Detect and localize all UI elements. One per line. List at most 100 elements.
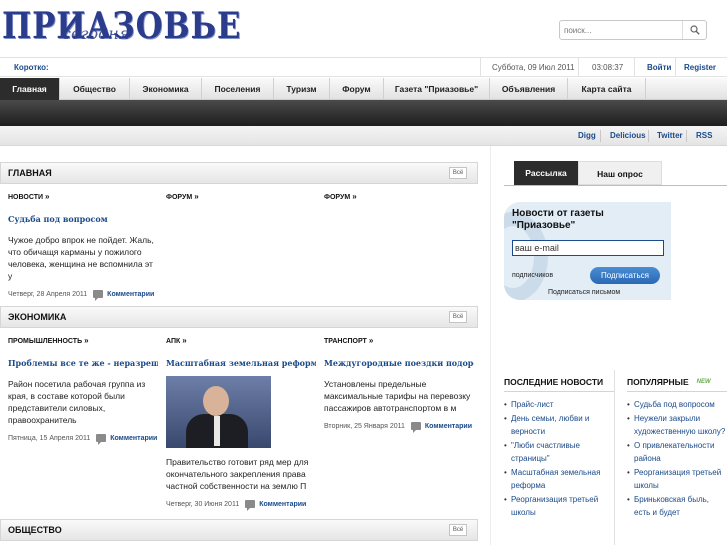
list-item[interactable]: "Люби счастливые страницы" [504, 439, 614, 465]
nav-item-home[interactable]: Главная [0, 78, 60, 100]
list-item[interactable]: Неужели закрыли художественную школу? [627, 412, 727, 438]
article-headline[interactable]: Междугородные поездки подорожали [324, 358, 474, 370]
article-excerpt: Чужое добро впрок не пойдет. Жаль, что о… [8, 235, 154, 281]
category-label: ФОРУМ [324, 194, 351, 201]
category-link[interactable]: ФОРУМ» [166, 192, 316, 204]
all-button[interactable]: Всё [449, 311, 467, 323]
logo-subtitle: сегодня [62, 24, 130, 43]
category-label: АПК [166, 338, 181, 345]
social-bar: Digg Delicious Twitter RSS [0, 126, 727, 146]
nav-item-forum[interactable]: Форум [330, 78, 384, 100]
forum-column: ФОРУМ» [324, 192, 474, 204]
category-link[interactable]: ТРАНСПОРТ» [324, 336, 474, 348]
nav-item-newspaper[interactable]: Газета "Приазовье" [384, 78, 490, 100]
article-headline[interactable]: Масштабная земельная реформа [166, 358, 316, 370]
tab-poll[interactable]: Наш опрос [578, 161, 662, 185]
popular-title-row: ПОПУЛЯРНЫЕ NEW [627, 377, 727, 392]
column-divider [614, 370, 615, 545]
nav-item-tourism[interactable]: Туризм [274, 78, 330, 100]
list-item[interactable]: День семьи, любви и верности [504, 412, 614, 438]
comment-icon [96, 434, 107, 445]
list-item[interactable]: Судьба под вопросом [627, 398, 727, 411]
photo-figure-shirt [214, 416, 220, 446]
comments-link[interactable]: Комментарии [107, 291, 154, 298]
article-date: Четверг, 30 Июня 2011 [166, 500, 240, 508]
divider [600, 130, 601, 142]
main-nav: Главная Общество Экономика Поселения Тур… [0, 78, 727, 100]
article-excerpt: Район посетила рабочая группа из края, в… [8, 379, 146, 425]
current-date: Суббота, 09 Июл 2011 [492, 63, 575, 72]
all-button[interactable]: Всё [449, 167, 467, 179]
sidebar-tabs: Рассылка Наш опрос [514, 161, 671, 185]
section-title: ЭКОНОМИКА [8, 312, 67, 322]
nav-item-ads[interactable]: Объявления [490, 78, 568, 100]
list-item[interactable]: Реорганизация третьей школы [627, 466, 727, 492]
double-arrow-icon: » [368, 336, 374, 345]
subscribers-label: подписчиков [512, 272, 554, 279]
newsletter-title: Новости от газеты "Приазовье" [512, 208, 604, 231]
site-header: ПРИАЗОВЬЕ сегодня [0, 0, 727, 55]
info-bar: Коротко: Суббота, 09 Июл 2011 03:08:37 В… [0, 57, 727, 77]
double-arrow-icon: » [182, 336, 187, 345]
email-field[interactable]: ваш e-mail [512, 240, 664, 256]
search-button[interactable] [682, 21, 706, 39]
photo-figure-head [203, 386, 229, 416]
agro-column: АПК» Масштабная земельная реформа Правит… [166, 336, 316, 511]
category-link[interactable]: ФОРУМ» [324, 192, 474, 204]
section-head-economy: ЭКОНОМИКА Всё [0, 306, 478, 328]
login-link[interactable]: Войти [647, 58, 671, 77]
double-arrow-icon: » [352, 192, 357, 201]
category-link[interactable]: НОВОСТИ» [8, 192, 158, 204]
category-link[interactable]: АПК» [166, 336, 316, 348]
nav-item-settlements[interactable]: Поселения [202, 78, 274, 100]
comments-link[interactable]: Комментарии [425, 423, 472, 430]
article-meta: Четверг, 30 Июня 2011 Комментарии [166, 500, 316, 511]
comment-icon [410, 422, 421, 433]
section-title: ГЛАВНАЯ [8, 168, 52, 178]
double-arrow-icon: » [194, 192, 199, 201]
double-arrow-icon: » [45, 192, 50, 201]
article-headline[interactable]: Проблемы все те же - неразрешимые [8, 358, 158, 370]
forum-column: ФОРУМ» [166, 192, 316, 204]
comments-link[interactable]: Комментарии [110, 435, 157, 442]
subscribe-button[interactable]: Подписаться [590, 267, 660, 284]
comment-icon [245, 500, 256, 511]
section-title: ОБЩЕСТВО [8, 525, 62, 535]
list-item[interactable]: Реорганизация третьей школы [504, 493, 614, 519]
tab-newsletter[interactable]: Рассылка [514, 161, 578, 185]
double-arrow-icon: » [84, 336, 89, 345]
nav-item-economy[interactable]: Экономика [130, 78, 202, 100]
social-twitter[interactable]: Twitter [657, 126, 683, 146]
section-head-main: ГЛАВНАЯ Всё [0, 162, 478, 184]
all-button[interactable]: Всё [449, 524, 467, 536]
search-input[interactable] [560, 21, 680, 39]
divider [675, 58, 676, 77]
divider [686, 130, 687, 142]
comment-icon [93, 290, 104, 301]
list-item[interactable]: О привлекательности района [627, 439, 727, 465]
article-meta: Четверг, 28 Апреля 2011 Комментарии [8, 290, 158, 301]
article-date: Четверг, 28 Апреля 2011 [8, 290, 88, 298]
register-link[interactable]: Register [684, 58, 716, 77]
list-item[interactable]: Масштабная земельная реформа [504, 466, 614, 492]
popular-block: ПОПУЛЯРНЫЕ NEW Судьба под вопросом Неужел… [627, 377, 727, 520]
search-icon [689, 25, 700, 35]
category-label: ФОРУМ [166, 194, 193, 201]
social-digg[interactable]: Digg [578, 126, 596, 146]
nav-item-society[interactable]: Общество [60, 78, 130, 100]
subscribe-by-letter-link[interactable]: Подписаться письмом [548, 289, 620, 296]
current-time: 03:08:37 [592, 63, 624, 72]
social-rss[interactable]: RSS [696, 126, 712, 146]
search-box [559, 20, 707, 40]
list-item[interactable]: Прайс-лист [504, 398, 614, 411]
article-photo[interactable] [166, 376, 271, 448]
nav-item-sitemap[interactable]: Карта сайта [568, 78, 646, 100]
site-logo[interactable]: ПРИАЗОВЬЕ сегодня [2, 6, 240, 46]
category-label: ТРАНСПОРТ [324, 338, 367, 345]
category-link[interactable]: ПРОМЫШЛЕННОСТЬ» [8, 336, 158, 348]
comments-link[interactable]: Комментарии [259, 501, 306, 508]
social-delicious[interactable]: Delicious [610, 126, 646, 146]
article-headline[interactable]: Судьба под вопросом [8, 214, 158, 226]
article-meta: Вторник, 25 Января 2011 Комментарии [324, 422, 474, 433]
list-item[interactable]: Бриньковская быль, есть и будет [627, 493, 727, 519]
